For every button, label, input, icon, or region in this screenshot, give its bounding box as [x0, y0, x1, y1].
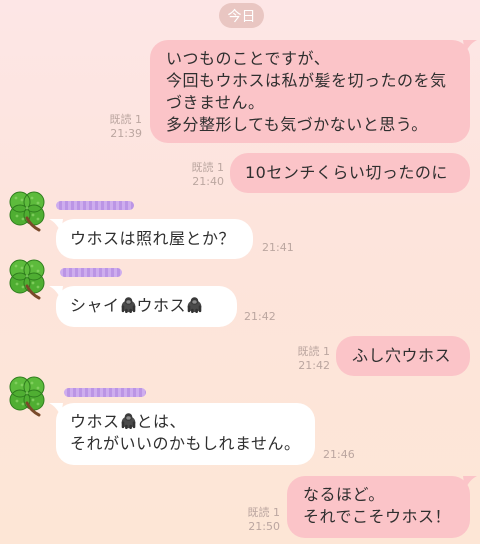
sender-name — [64, 388, 146, 397]
sender-name — [60, 268, 122, 277]
bubble-tail — [49, 403, 63, 417]
bubble-tail — [463, 40, 477, 54]
read-receipt: 既読 1 21:42 — [297, 345, 331, 372]
gorilla-icon — [120, 412, 137, 429]
read-receipt: 既読 1 21:39 — [109, 113, 143, 140]
message-time: 21:46 — [323, 448, 355, 461]
gorilla-icon — [186, 296, 203, 313]
message-text: いつものことですが、 — [166, 49, 331, 68]
message-bubble-incoming[interactable]: ウホスは照れ屋とか？ — [56, 219, 253, 259]
bubble-tail — [49, 286, 63, 300]
clover-avatar-icon[interactable] — [5, 373, 49, 417]
message-bubble-incoming[interactable]: シャイ ウホス — [56, 286, 237, 327]
message-bubble-incoming[interactable]: ウホス とは、 それがいいのかもしれません。 — [56, 403, 315, 465]
read-receipt: 既読 1 21:40 — [191, 161, 225, 188]
message-time: 21:41 — [262, 241, 294, 254]
message-bubble-outgoing[interactable]: いつものことですが、 今回もウホスは私が髪を切ったのを気 づきません。 多分整形… — [150, 40, 470, 143]
date-separator: 今日 — [219, 3, 264, 28]
message-text: とは、 — [136, 412, 187, 431]
message-text: ウホスは照れ屋とか？ — [70, 229, 236, 248]
message-text: ウホス — [70, 412, 120, 431]
message-bubble-outgoing[interactable]: なるほど。 それでこそウホス！ — [287, 476, 470, 538]
message-bubble-outgoing[interactable]: 10センチくらい切ったのに — [230, 153, 470, 193]
message-text: 10センチくらい切ったのに — [245, 163, 448, 182]
bubble-tail — [49, 219, 63, 233]
gorilla-icon — [120, 296, 137, 313]
message-text: なるほど。 — [303, 485, 385, 504]
date-label: 今日 — [227, 8, 256, 25]
message-text: 今回もウホスは私が髪を切ったのを気 — [166, 71, 447, 90]
sender-name — [56, 201, 134, 210]
message-text: それがいいのかもしれません。 — [70, 434, 301, 453]
message-bubble-outgoing[interactable]: ふし穴ウホス — [336, 336, 470, 376]
message-text: づきません。 — [166, 93, 265, 112]
message-time: 21:42 — [244, 310, 276, 323]
bubble-tail — [463, 476, 477, 490]
read-receipt: 既読 1 21:50 — [247, 506, 281, 533]
message-text: ふし穴ウホス — [352, 346, 452, 365]
message-text: ウホス — [136, 296, 187, 315]
message-text: それでこそウホス！ — [303, 507, 452, 526]
message-text: 多分整形しても気づかないと思う。 — [166, 115, 428, 134]
clover-avatar-icon[interactable] — [5, 256, 49, 300]
clover-avatar-icon[interactable] — [5, 188, 49, 232]
message-text: シャイ — [70, 296, 120, 315]
